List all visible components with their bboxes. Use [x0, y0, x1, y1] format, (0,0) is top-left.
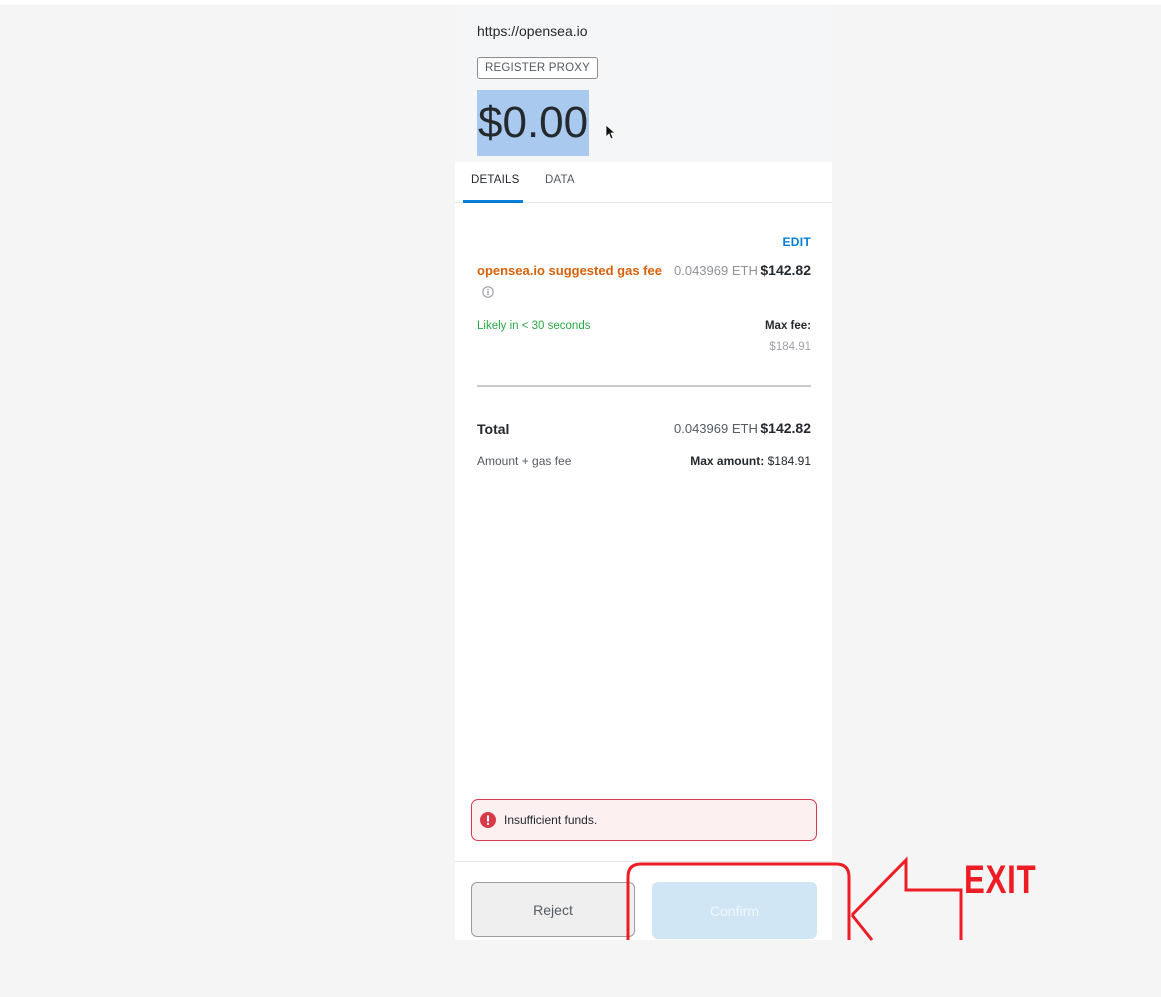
- error-icon: [480, 812, 496, 828]
- amount-plus-gas-label: Amount + gas fee: [477, 454, 572, 468]
- insufficient-funds-alert: Insufficient funds.: [471, 799, 817, 841]
- max-fee-value: $184.91: [769, 341, 811, 353]
- method-badge: REGISTER PROXY: [477, 57, 599, 79]
- max-amount: Max amount: $184.91: [690, 454, 811, 468]
- screen: https://opensea.io REGISTER PROXY $0.00 …: [0, 0, 1161, 997]
- mouse-cursor-icon: [605, 124, 615, 140]
- tab-details[interactable]: DETAILS: [471, 174, 519, 186]
- confirm-button[interactable]: Confirm: [652, 882, 817, 939]
- total-usd: $142.82: [760, 420, 811, 436]
- tab-data[interactable]: DATA: [545, 174, 575, 186]
- max-amount-label: Max amount:: [690, 454, 765, 468]
- reject-button[interactable]: Reject: [471, 882, 635, 937]
- error-message: Insufficient funds.: [504, 813, 598, 827]
- gas-time-estimate: Likely in < 30 seconds: [477, 320, 591, 332]
- suggested-gas-fee-label: opensea.io suggested gas fee: [477, 263, 662, 278]
- gas-fee-usd: $142.82: [760, 262, 811, 278]
- transaction-header: https://opensea.io REGISTER PROXY $0.00: [455, 5, 832, 162]
- footer-divider: [455, 861, 832, 862]
- exit-annotation-label: EXIT: [964, 858, 1037, 902]
- info-icon[interactable]: [482, 286, 494, 298]
- arrow-shape: [850, 856, 963, 941]
- total-eth: 0.043969 ETH: [674, 421, 758, 436]
- details-divider: [477, 385, 811, 387]
- origin-url: https://opensea.io: [477, 23, 588, 39]
- edit-gas-link[interactable]: EDIT: [782, 235, 811, 249]
- confirm-transaction-panel: https://opensea.io REGISTER PROXY $0.00 …: [455, 5, 832, 940]
- gas-fee-eth: 0.043969 ETH: [674, 263, 758, 278]
- total-label: Total: [477, 421, 510, 437]
- active-tab-indicator: [463, 200, 523, 203]
- transaction-amount: $0.00: [477, 90, 590, 156]
- max-fee-label: Max fee:: [764, 320, 811, 332]
- max-amount-value: $184.91: [767, 454, 811, 468]
- tab-bar: DETAILS DATA: [455, 162, 832, 203]
